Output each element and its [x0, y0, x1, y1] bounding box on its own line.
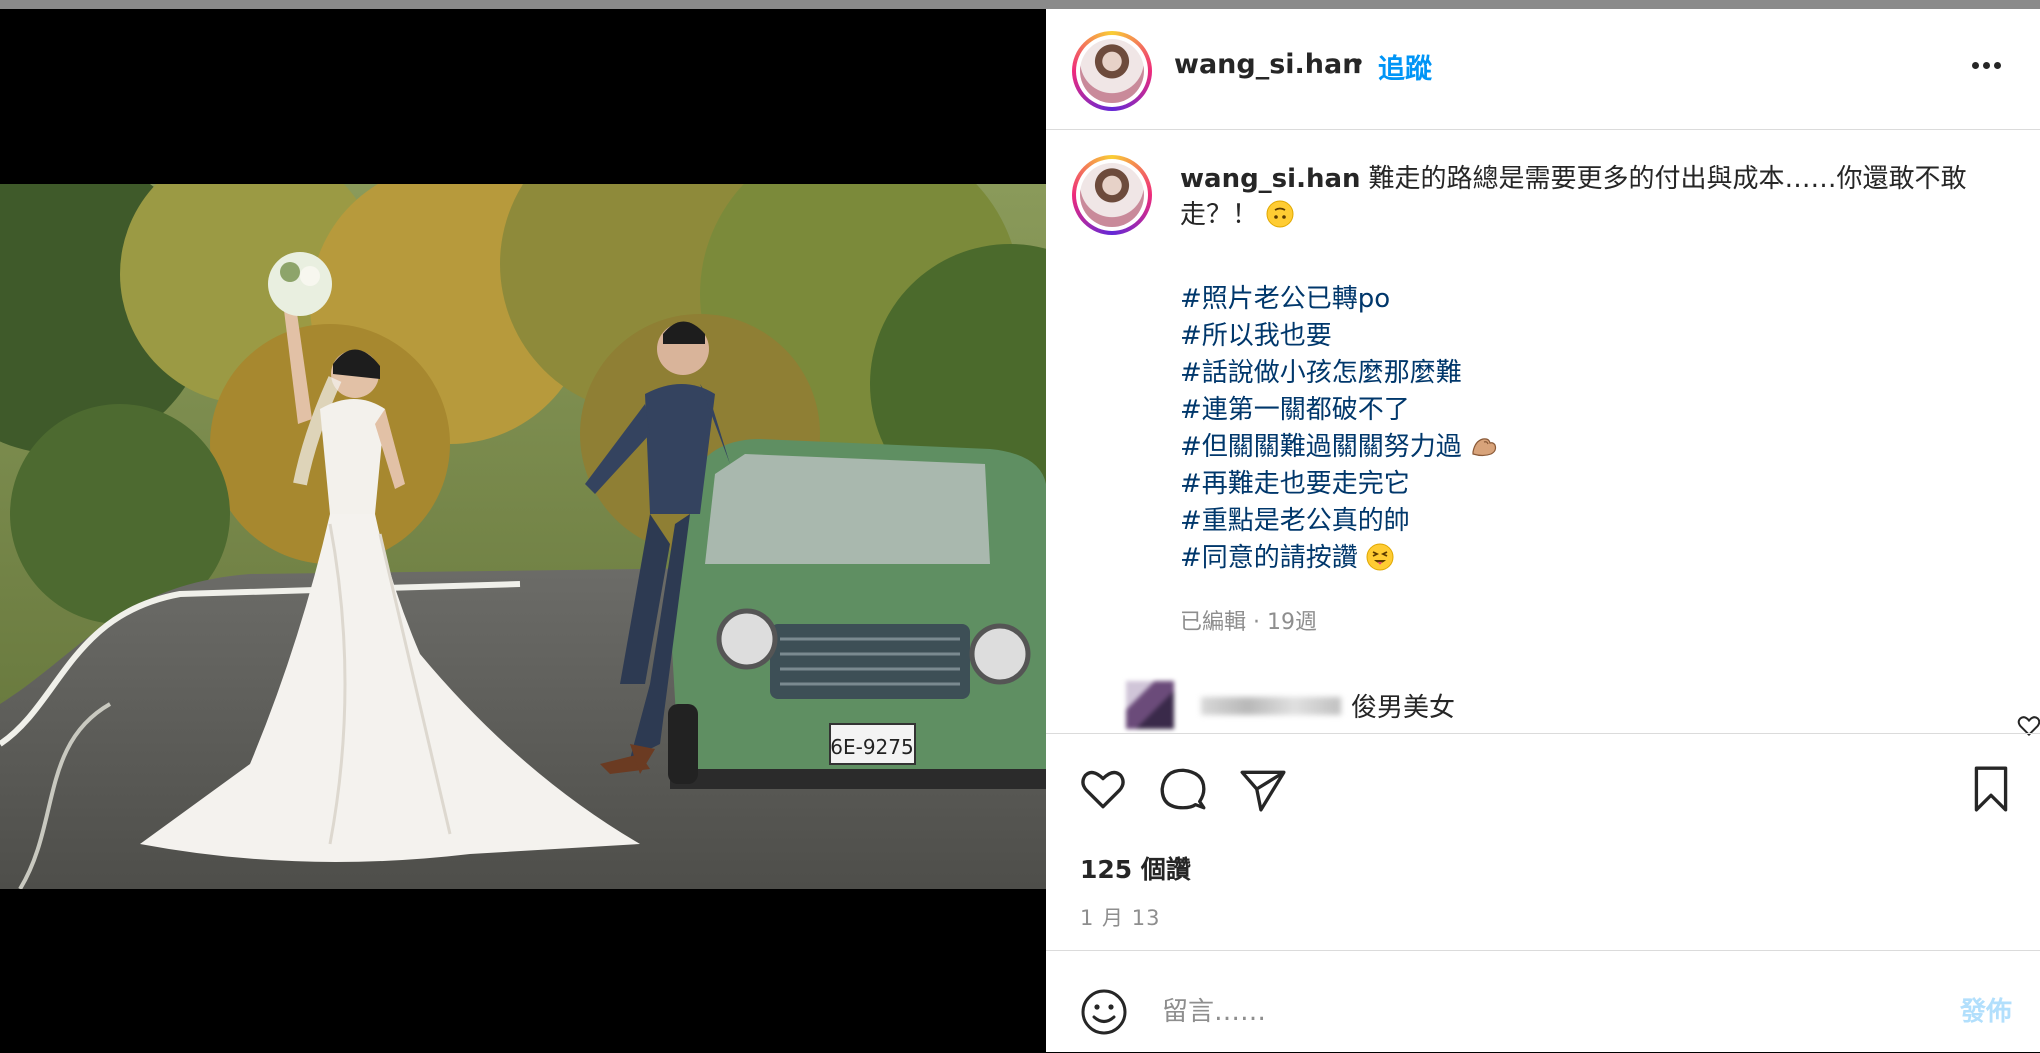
browser-top-strip: [0, 0, 2040, 9]
comment-bubble-icon[interactable]: [1158, 764, 1208, 814]
paper-plane-icon[interactable]: [1238, 764, 1288, 814]
edited-timestamp: 已編輯 · 19週: [1180, 610, 1317, 635]
post-comment-button[interactable]: 發佈: [1960, 991, 2012, 1028]
svg-text:6E-9275: 6E-9275: [830, 735, 913, 759]
hashtag-link[interactable]: #再難走也要走完它: [1180, 466, 2000, 503]
author-avatar[interactable]: [1072, 31, 1152, 111]
comment-item: 俊男美女: [1076, 673, 2040, 737]
hashtag-link[interactable]: #同意的請按讚: [1180, 540, 2000, 577]
author-username[interactable]: wang_si.han: [1174, 49, 1361, 80]
upside-down-face-icon: [1266, 200, 1294, 228]
hashtag-link[interactable]: #照片老公已轉po: [1180, 281, 2000, 318]
heart-icon[interactable]: [1078, 764, 1128, 814]
follow-button[interactable]: 追蹤: [1378, 47, 1432, 86]
more-horizontal-icon[interactable]: [1972, 54, 2006, 69]
caption-username[interactable]: wang_si.han: [1180, 164, 1361, 194]
post-caption: wang_si.han 難走的路總是需要更多的付出與成本……你還敢不敢走？！: [1180, 161, 2000, 233]
post-details-panel: wang_si.han • 追蹤 wang_si.han 難走的路總是需要更多的付…: [1046, 9, 2040, 1052]
post-photo[interactable]: 6E-9275: [0, 184, 1046, 889]
avatar-image: [1080, 39, 1144, 103]
comment-composer: 發佈: [1046, 950, 2040, 1053]
caption-author-avatar[interactable]: [1072, 155, 1152, 235]
post-date[interactable]: 1 月 13: [1080, 902, 1160, 932]
separator-dot: •: [1352, 51, 1365, 76]
post-header: wang_si.han • 追蹤: [1046, 9, 2040, 130]
hashtag-list: #照片老公已轉po #所以我也要 #話說做小孩怎麼那麼難 #連第一關都破不了 #…: [1180, 281, 2000, 577]
bookmark-icon[interactable]: [1966, 764, 2016, 814]
post-actions-section: 125 個讚 1 月 13: [1046, 733, 2040, 964]
post-media-area: 6E-9275: [0, 9, 1046, 1052]
smiley-icon[interactable]: [1080, 988, 1128, 1036]
squinting-tongue-face-icon: [1366, 543, 1394, 571]
wedding-photo-illustration: 6E-9275: [0, 184, 1046, 889]
comment-text: 俊男美女: [1351, 693, 1456, 723]
avatar-image: [1080, 163, 1144, 227]
like-count[interactable]: 125 個讚: [1080, 850, 1191, 886]
hashtag-link[interactable]: #但關關難過關關努力過: [1180, 429, 2000, 466]
flexed-biceps-icon: [1472, 438, 1497, 457]
commenter-avatar-blurred[interactable]: [1126, 681, 1174, 729]
commenter-name-blurred[interactable]: [1201, 697, 1341, 715]
hashtag-link[interactable]: #所以我也要: [1180, 318, 2000, 355]
hashtag-link[interactable]: #連第一關都破不了: [1180, 392, 2000, 429]
hashtag-link[interactable]: #話說做小孩怎麼那麼難: [1180, 355, 2000, 392]
comment-input[interactable]: [1160, 981, 1884, 1043]
hashtag-link[interactable]: #重點是老公真的帥: [1180, 503, 2000, 540]
